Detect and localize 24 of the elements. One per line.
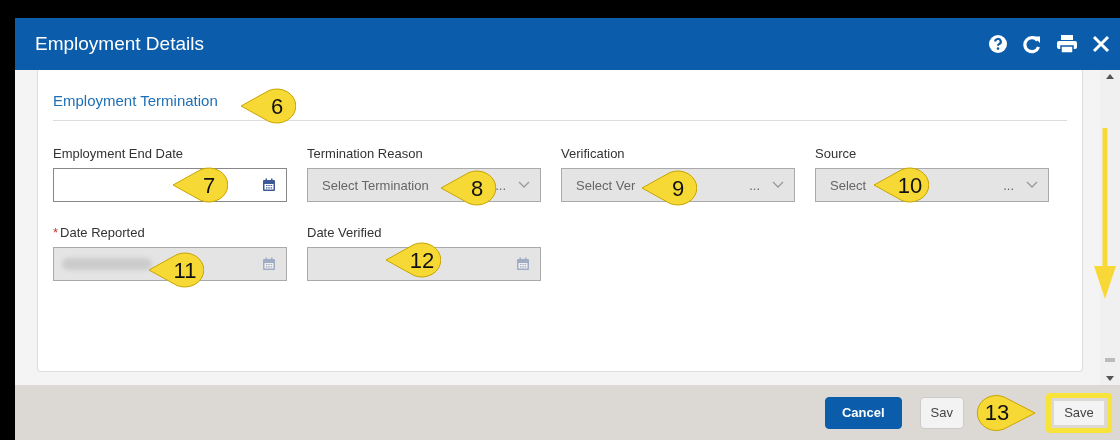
window-title: Employment Details (35, 33, 204, 55)
field-label: Termination Reason (307, 146, 423, 161)
calendar-icon[interactable] (262, 178, 276, 192)
field-label: Date Reported (60, 225, 145, 240)
close-icon[interactable] (1092, 35, 1110, 53)
help-icon[interactable] (988, 34, 1008, 54)
callout-marker: 12 (385, 240, 441, 280)
refresh-icon[interactable] (1022, 34, 1042, 54)
footer-button[interactable]: Save (1046, 392, 1112, 433)
footer-button[interactable]: Sav (919, 396, 964, 429)
required-mark: * (53, 225, 59, 240)
callout-marker: 11 (148, 250, 204, 290)
field-label: Employment End Date (53, 146, 184, 161)
field-label: Date Verified (307, 225, 382, 240)
callout-marker: 8 (440, 168, 496, 208)
callout-marker: 10 (873, 165, 929, 205)
footer-button[interactable]: Cancel (824, 396, 902, 429)
field-label: Source (815, 146, 857, 161)
print-icon[interactable] (1056, 34, 1078, 54)
callout-marker: 7 (172, 165, 228, 205)
section-title: Employment Termination (53, 92, 218, 109)
field-label: Verification (561, 146, 625, 161)
callout-marker: 6 (240, 86, 296, 126)
callout-marker: 9 (641, 168, 697, 208)
